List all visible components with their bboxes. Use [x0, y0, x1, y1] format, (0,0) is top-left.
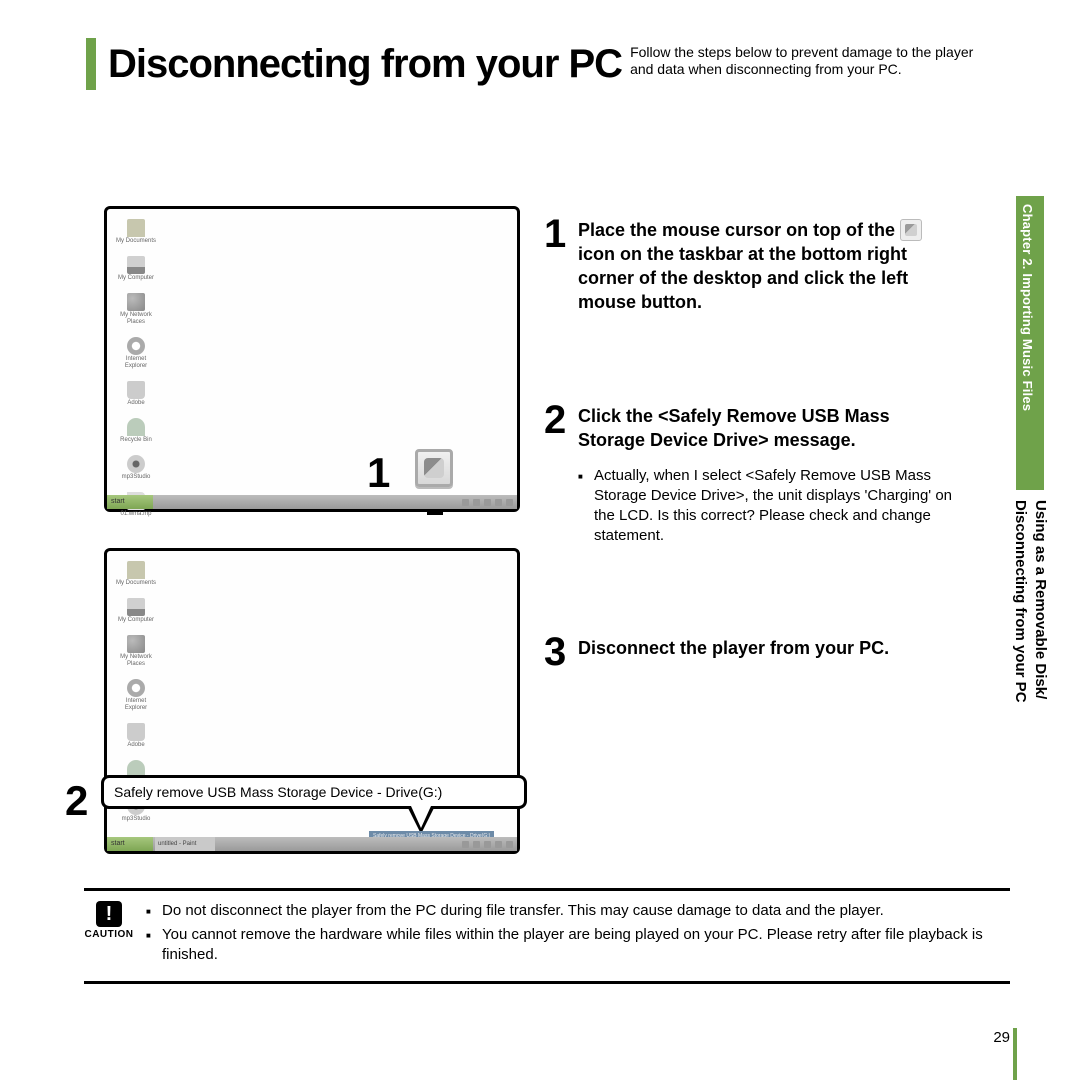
desktop-icon-computer: My Computer — [115, 598, 157, 624]
step-number: 2 — [544, 404, 578, 546]
desktop-icon-ie: Internet Explorer — [115, 679, 157, 712]
safely-remove-icon — [900, 219, 922, 241]
desktop-icon-adobe: Adobe — [115, 723, 157, 749]
step-number: 1 — [544, 218, 578, 314]
desktop-icons: My Documents My Computer My Network Plac… — [115, 219, 157, 518]
desktop-icon-ie: Internet Explorer — [115, 337, 157, 370]
screenshot-label: 2 — [65, 777, 88, 825]
caution-icon: ! — [96, 901, 122, 927]
step-title: Place the mouse cursor on top of the ico… — [578, 218, 954, 314]
caution-list: Do not disconnect the player from the PC… — [134, 901, 1010, 969]
caution-item: Do not disconnect the player from the PC… — [146, 901, 1010, 921]
page-header: Disconnecting from your PC Follow the st… — [86, 38, 1010, 90]
step-note: Actually, when I select <Safely Remove U… — [578, 466, 954, 546]
page-title: Disconnecting from your PC — [108, 38, 622, 90]
taskbar-tray — [462, 837, 517, 851]
desktop-icon-mp3: mp3Studio — [115, 455, 157, 481]
accent-bar — [86, 38, 96, 90]
step-2: 2 Click the <Safely Remove USB Mass Stor… — [544, 404, 954, 546]
step-title-text-a: Place the mouse cursor on top of the — [578, 220, 900, 240]
taskbar-start: start — [107, 495, 153, 509]
tray-safely-remove-icon — [415, 449, 453, 487]
page-number: 29 — [993, 1029, 1010, 1046]
page-subtitle: Follow the steps below to prevent damage… — [630, 44, 990, 78]
taskbar: start — [107, 495, 517, 509]
sidebar-chapter-text: Chapter 2. Importing Music Files — [1020, 204, 1035, 411]
caution-item: You cannot remove the hardware while fil… — [146, 925, 1010, 965]
step-title: Disconnect the player from your PC. — [578, 636, 954, 660]
screenshot-2: My Documents My Computer My Network Plac… — [104, 548, 520, 854]
screenshot-1: My Documents My Computer My Network Plac… — [104, 206, 520, 512]
desktop-icon-recycle: Recycle Bin — [115, 418, 157, 444]
step-notes: Actually, when I select <Safely Remove U… — [578, 466, 954, 546]
sidebar: Chapter 2. Importing Music Files Using a… — [1016, 200, 1062, 1020]
step-number: 3 — [544, 636, 578, 668]
screenshots-column: My Documents My Computer My Network Plac… — [104, 206, 520, 890]
safe-remove-popup: Safely remove USB Mass Storage Device - … — [101, 775, 527, 809]
desktop-icon-docs: My Documents — [115, 561, 157, 587]
sidebar-section-line2: Disconnecting from your PC — [1012, 500, 1029, 703]
taskbar-start: start — [107, 837, 153, 851]
sidebar-section-line1: Using as a Removable Disk/ — [1032, 500, 1049, 699]
desktop-icon-docs: My Documents — [115, 219, 157, 245]
desktop-icon-computer: My Computer — [115, 256, 157, 282]
sidebar-section: Using as a Removable Disk/ Disconnecting… — [1010, 500, 1050, 703]
steps-column: 1 Place the mouse cursor on top of the i… — [544, 218, 954, 668]
caution-label: CAUTION — [84, 929, 134, 940]
step-1: 1 Place the mouse cursor on top of the i… — [544, 218, 954, 314]
desktop-icon-network: My Network Places — [115, 293, 157, 326]
caution-icon-block: ! CAUTION — [84, 901, 134, 969]
taskbar-open-app: untitled - Paint — [155, 837, 215, 851]
taskbar-tray — [462, 495, 517, 509]
step-title-text-b: icon on the taskbar at the bottom right … — [578, 244, 908, 312]
screenshot-label: 1 — [367, 449, 390, 497]
desktop-icon-network: My Network Places — [115, 635, 157, 668]
caution-box: ! CAUTION Do not disconnect the player f… — [84, 888, 1010, 984]
sidebar-chapter-tab: Chapter 2. Importing Music Files — [1016, 196, 1044, 490]
popup-arrow — [407, 806, 435, 834]
desktop-icon-adobe: Adobe — [115, 381, 157, 407]
step-3: 3 Disconnect the player from your PC. — [544, 636, 954, 668]
footer-accent-bar — [1013, 1028, 1017, 1080]
taskbar: start untitled - Paint — [107, 837, 517, 851]
step-title: Click the <Safely Remove USB Mass Storag… — [578, 404, 954, 452]
